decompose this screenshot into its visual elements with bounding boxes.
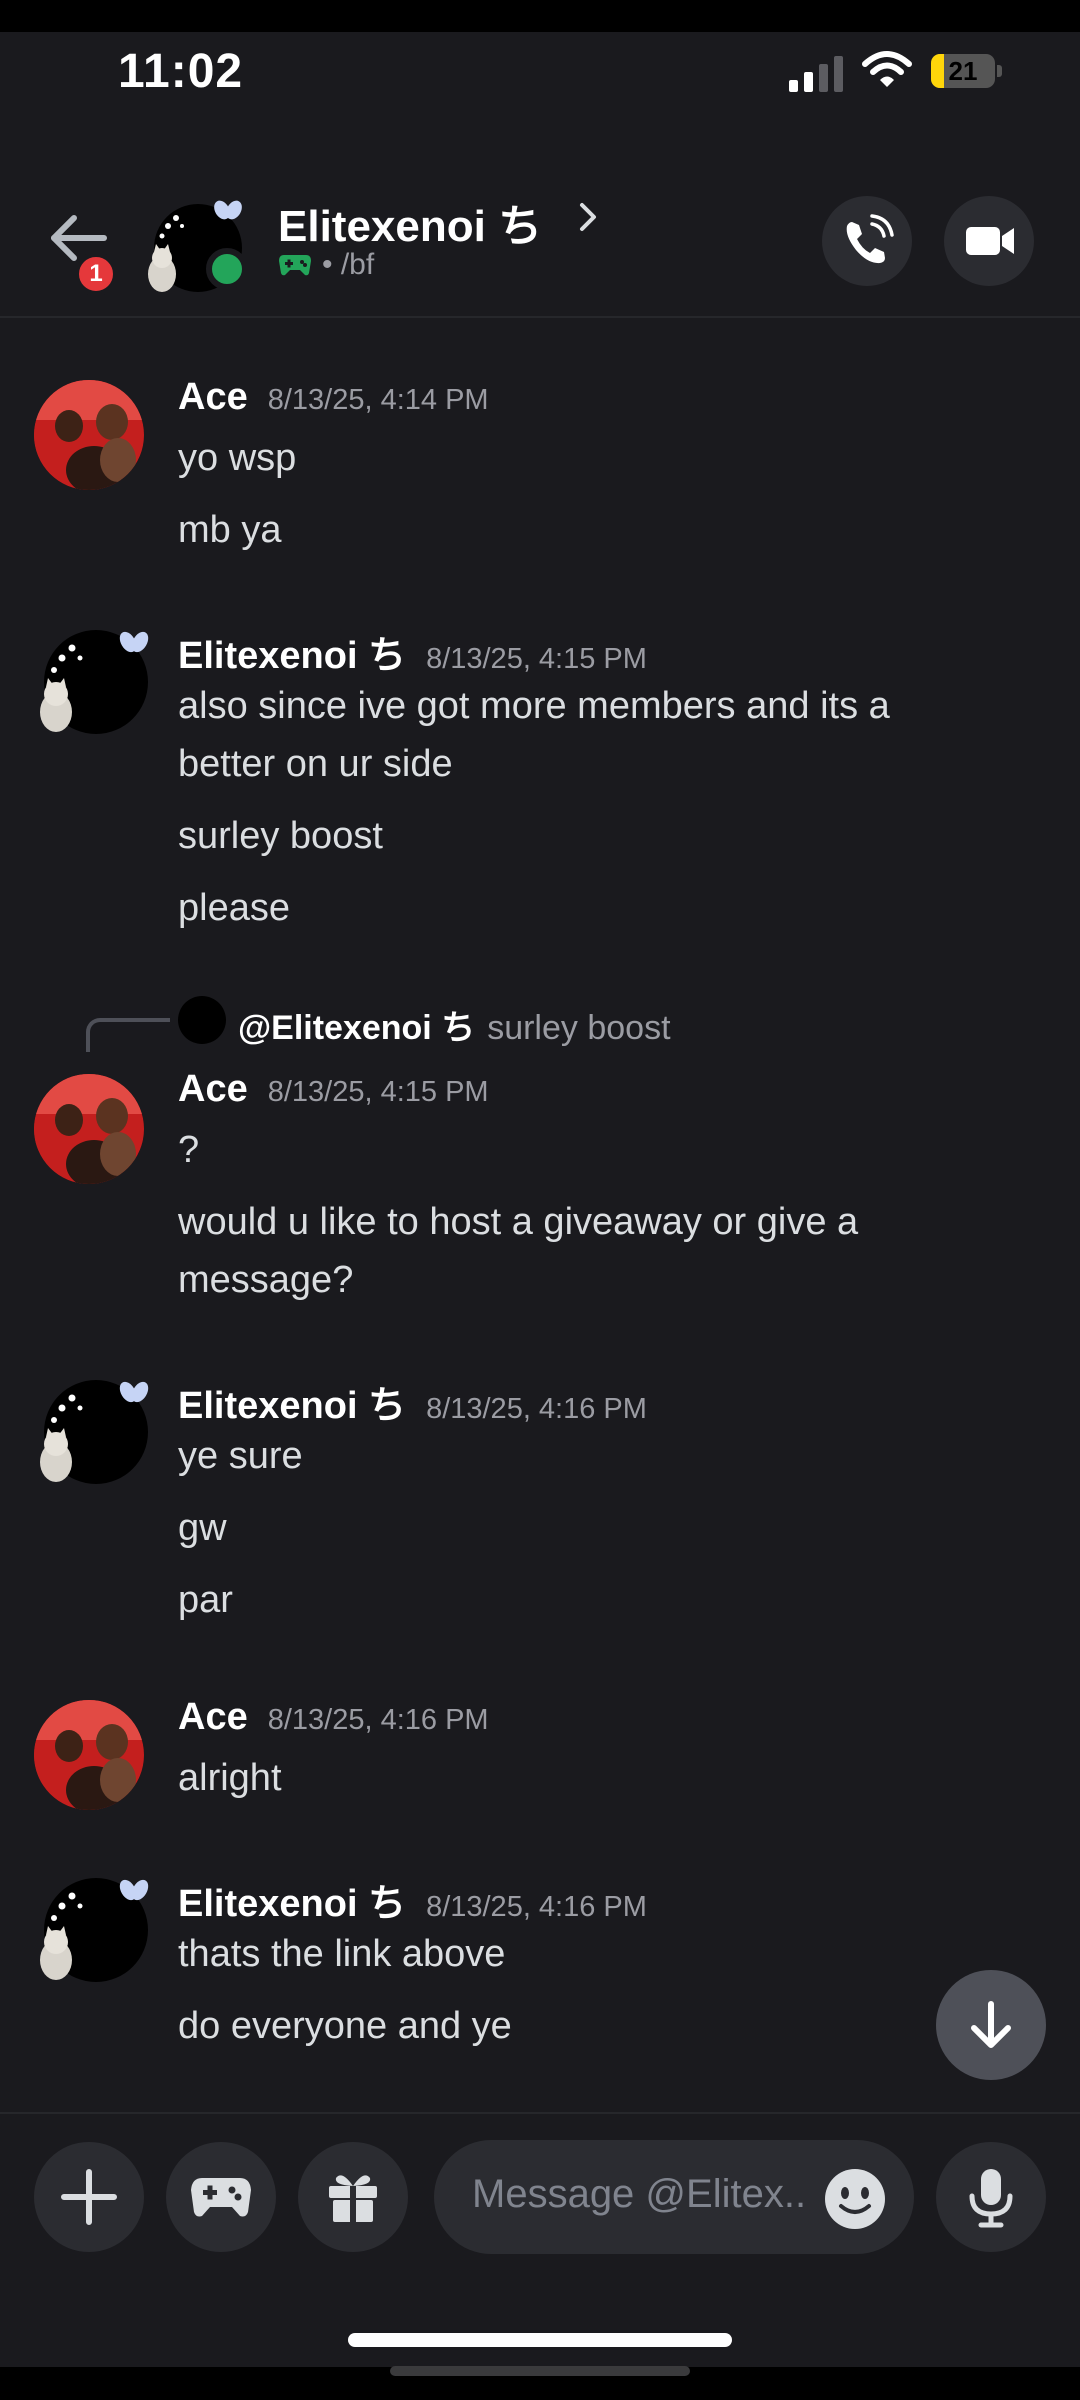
- arrow-down-icon: [971, 2001, 1011, 2048]
- message-timestamp: 8/13/25, 4:16 PM: [426, 1393, 647, 1425]
- activity-status-text: /bf: [340, 248, 375, 281]
- add-attachment-button[interactable]: [34, 2142, 144, 2252]
- channel-title[interactable]: Elitexenoi ち: [278, 190, 542, 254]
- plus-icon: [61, 2169, 117, 2225]
- message-author[interactable]: Ace 8/13/25, 4:14 PM: [178, 376, 489, 419]
- message-line: mb ya: [178, 509, 282, 551]
- voice-call-button[interactable]: [822, 196, 912, 286]
- battery-level: 21: [948, 56, 978, 86]
- gift-icon: [329, 2175, 377, 2222]
- activities-button[interactable]: [166, 2142, 276, 2252]
- message-line: par: [178, 1579, 233, 1621]
- message-line: better on ur side: [178, 743, 453, 785]
- activity-status: • /bf: [278, 248, 374, 282]
- message-line: ?: [178, 1129, 200, 1171]
- header-divider: [0, 316, 1080, 318]
- status-time: 11:02: [118, 45, 244, 98]
- home-indicator[interactable]: [348, 2333, 732, 2347]
- message-line: ye sure: [178, 1435, 303, 1477]
- online-status-indicator: [206, 248, 248, 290]
- avatar[interactable]: [34, 380, 144, 490]
- message-line: thats the link above: [178, 1933, 506, 1975]
- message-author[interactable]: Ace 8/13/25, 4:15 PM: [178, 1068, 489, 1111]
- avatar[interactable]: [34, 1378, 149, 1488]
- avatar[interactable]: [34, 1876, 149, 1986]
- message-line: gw: [178, 1507, 227, 1549]
- unread-badge: 1: [74, 252, 118, 296]
- emoji-icon[interactable]: [822, 2166, 888, 2232]
- browser-handle: [390, 2366, 690, 2376]
- battery-indicator: 21: [931, 54, 1003, 88]
- wifi-icon: [862, 51, 912, 87]
- cellular-signal-icon: [789, 56, 845, 92]
- gamepad-icon: [191, 2178, 251, 2217]
- phone-call-icon: [846, 214, 894, 264]
- message-input-placeholder[interactable]: Message @Elitex..: [472, 2172, 806, 2217]
- message-line: alright: [178, 1757, 282, 1799]
- avatar[interactable]: [34, 1074, 144, 1184]
- reply-avatar: [178, 996, 226, 1044]
- message-author[interactable]: Ace 8/13/25, 4:16 PM: [178, 1696, 489, 1739]
- avatar[interactable]: [34, 1700, 144, 1810]
- message-line: would u like to host a giveaway or give …: [178, 1201, 859, 1243]
- reply-preview[interactable]: @Elitexenoi ち surley boost: [238, 1000, 671, 1049]
- message-author[interactable]: Elitexenoi ち 8/13/25, 4:16 PM: [178, 1872, 647, 1927]
- app-screen: [0, 32, 1080, 2367]
- message-timestamp: 8/13/25, 4:15 PM: [426, 643, 647, 675]
- video-call-button[interactable]: [944, 196, 1034, 286]
- message-line: yo wsp: [178, 437, 297, 479]
- reply-connector: [86, 1018, 170, 1052]
- avatar[interactable]: [34, 628, 149, 738]
- chevron-right-icon[interactable]: [578, 199, 600, 235]
- video-camera-icon: [966, 227, 1014, 255]
- gift-button[interactable]: [298, 2142, 408, 2252]
- composer-divider: [0, 2112, 1080, 2114]
- message-timestamp: 8/13/25, 4:15 PM: [267, 1076, 489, 1108]
- message-timestamp: 8/13/25, 4:16 PM: [267, 1704, 489, 1736]
- message-line: please: [178, 887, 290, 929]
- voice-message-button[interactable]: [936, 2142, 1046, 2252]
- message-author[interactable]: Elitexenoi ち 8/13/25, 4:15 PM: [178, 624, 647, 679]
- microphone-icon: [969, 2169, 1013, 2228]
- gamepad-icon: [279, 255, 311, 276]
- message-line: also since ive got more members and its …: [178, 685, 890, 727]
- message-line: do everyone and ye: [178, 2005, 512, 2047]
- message-line: message?: [178, 1259, 354, 1301]
- message-author[interactable]: Elitexenoi ち 8/13/25, 4:16 PM: [178, 1374, 647, 1429]
- jump-to-latest-button[interactable]: [936, 1970, 1046, 2080]
- message-timestamp: 8/13/25, 4:14 PM: [267, 384, 489, 416]
- message-line: surley boost: [178, 815, 383, 857]
- message-timestamp: 8/13/25, 4:16 PM: [426, 1891, 647, 1923]
